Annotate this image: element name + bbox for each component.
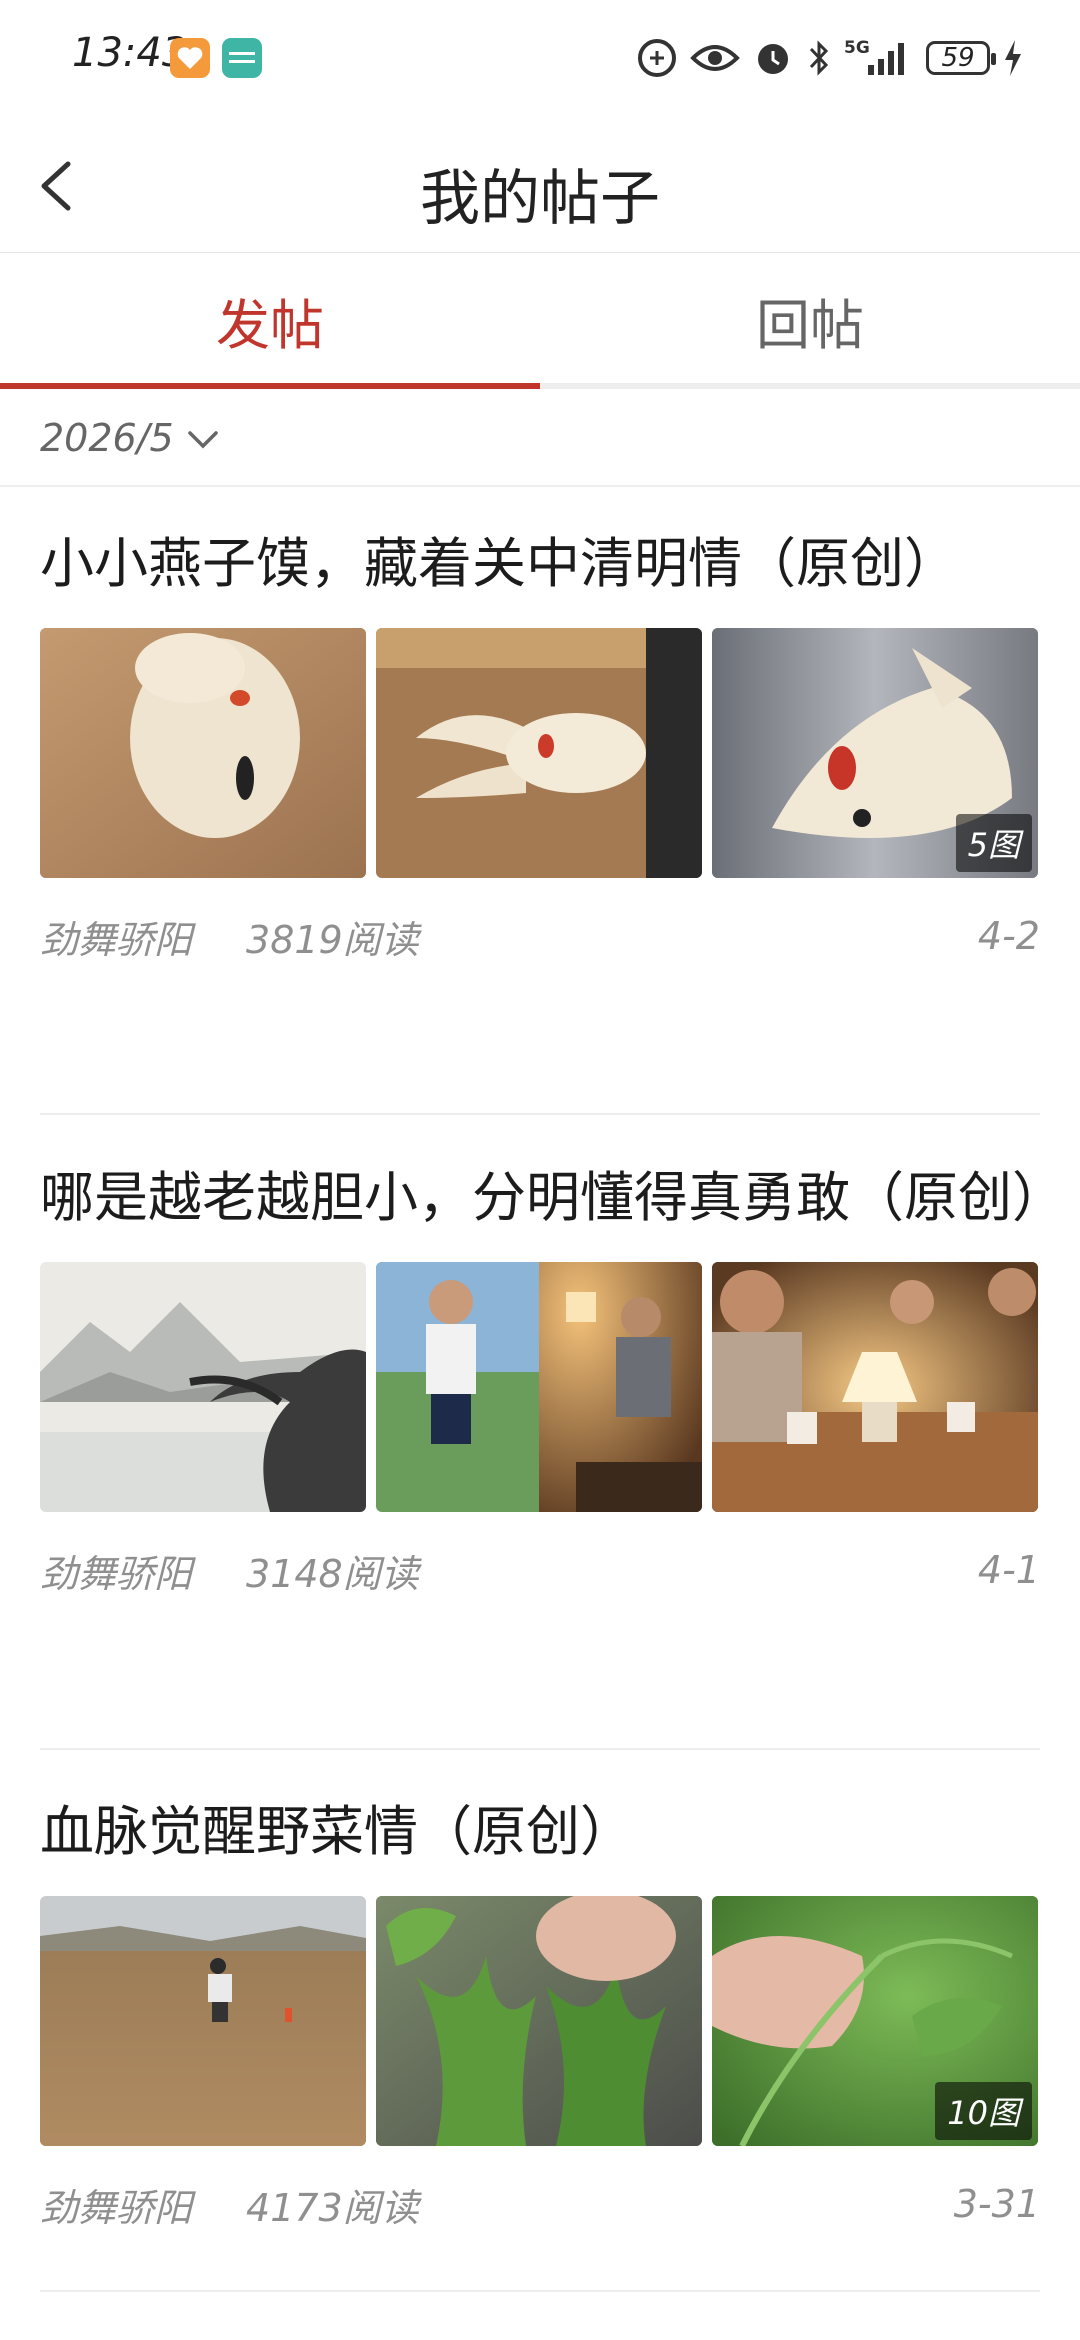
month-filter-value: 2026/5 — [40, 416, 174, 460]
post-meta: 劲舞骄阳 3148阅读 4-1 — [40, 1542, 1040, 1598]
post-reads: 4173阅读 — [246, 2185, 419, 2230]
post-title[interactable]: 哪是越老越胆小，分明懂得真勇敢（原创） — [40, 1156, 1066, 1240]
tab-replies[interactable]: 回帖 — [540, 281, 1080, 360]
post-author[interactable]: 劲舞骄阳 — [40, 909, 192, 964]
image-count-badge: 10图 — [935, 2082, 1032, 2140]
post-title[interactable]: 小小燕子馍，藏着关中清明情（原创） — [40, 522, 1040, 606]
battery-level: 59 — [941, 43, 975, 73]
post-author[interactable]: 劲舞骄阳 — [40, 1543, 192, 1598]
post-images: 10图 — [40, 1896, 1040, 2146]
post-image[interactable] — [376, 1896, 702, 2146]
image-count-badge: 5图 — [955, 814, 1032, 872]
post-images — [40, 1262, 1040, 1512]
post-divider — [40, 1113, 1040, 1115]
charging-icon — [1002, 38, 1024, 78]
post-reads: 3819阅读 — [246, 917, 419, 962]
post-image[interactable] — [40, 1896, 366, 2146]
data-saver-icon — [636, 37, 678, 79]
post-divider — [40, 1748, 1040, 1750]
post-image[interactable]: 5图 — [712, 628, 1038, 878]
post-divider — [40, 2290, 1040, 2292]
eye-icon — [690, 40, 740, 76]
post-images: 5图 — [40, 628, 1040, 878]
page-title: 我的帖子 — [420, 164, 660, 234]
tab-posts[interactable]: 发帖 — [0, 281, 540, 360]
post-meta: 劲舞骄阳 3819阅读 4-2 — [40, 908, 1040, 964]
post-image[interactable]: 10图 — [712, 1896, 1038, 2146]
post-author[interactable]: 劲舞骄阳 — [40, 2177, 192, 2232]
status-bar: 13:43 5G 59 — [0, 0, 1080, 120]
status-icons: 5G 59 — [636, 30, 1024, 86]
alarm-icon — [752, 37, 794, 79]
tab-bar: 发帖 回帖 — [0, 253, 1080, 389]
bluetooth-icon — [806, 37, 832, 79]
active-tab-indicator — [0, 383, 540, 389]
post-image[interactable] — [376, 1262, 702, 1512]
boss-app-icon — [222, 38, 262, 78]
post-meta: 劲舞骄阳 4173阅读 3-31 — [40, 2176, 1040, 2232]
month-filter[interactable]: 2026/5 — [40, 408, 220, 468]
post-reads: 3148阅读 — [246, 1551, 419, 1596]
post-image[interactable] — [712, 1262, 1038, 1512]
post-item[interactable]: 小小燕子馍，藏着关中清明情（原创） 5图 劲舞骄阳 3819阅读 4-2 — [40, 522, 1040, 964]
chevron-down-icon — [186, 416, 220, 460]
post-image[interactable] — [376, 628, 702, 878]
post-date: 3-31 — [953, 2182, 1040, 2226]
post-image[interactable] — [40, 1262, 366, 1512]
filter-divider — [0, 485, 1080, 487]
post-title[interactable]: 血脉觉醒野菜情（原创） — [40, 1790, 1040, 1874]
post-date: 4-1 — [977, 1548, 1040, 1592]
heart-app-icon — [170, 38, 210, 78]
battery-icon: 59 — [926, 41, 996, 75]
svg-text:5G: 5G — [844, 38, 870, 58]
post-item[interactable]: 血脉觉醒野菜情（原创） 10图 劲舞骄阳 4173阅读 3-31 — [40, 1790, 1040, 2232]
signal-5g-icon: 5G — [844, 37, 914, 79]
post-item[interactable]: 哪是越老越胆小，分明懂得真勇敢（原创） 劲舞骄阳 3148阅读 4-1 — [40, 1156, 1066, 1598]
post-date: 4-2 — [977, 914, 1040, 958]
post-image[interactable] — [40, 628, 366, 878]
nav-bar: 我的帖子 — [0, 120, 1080, 253]
